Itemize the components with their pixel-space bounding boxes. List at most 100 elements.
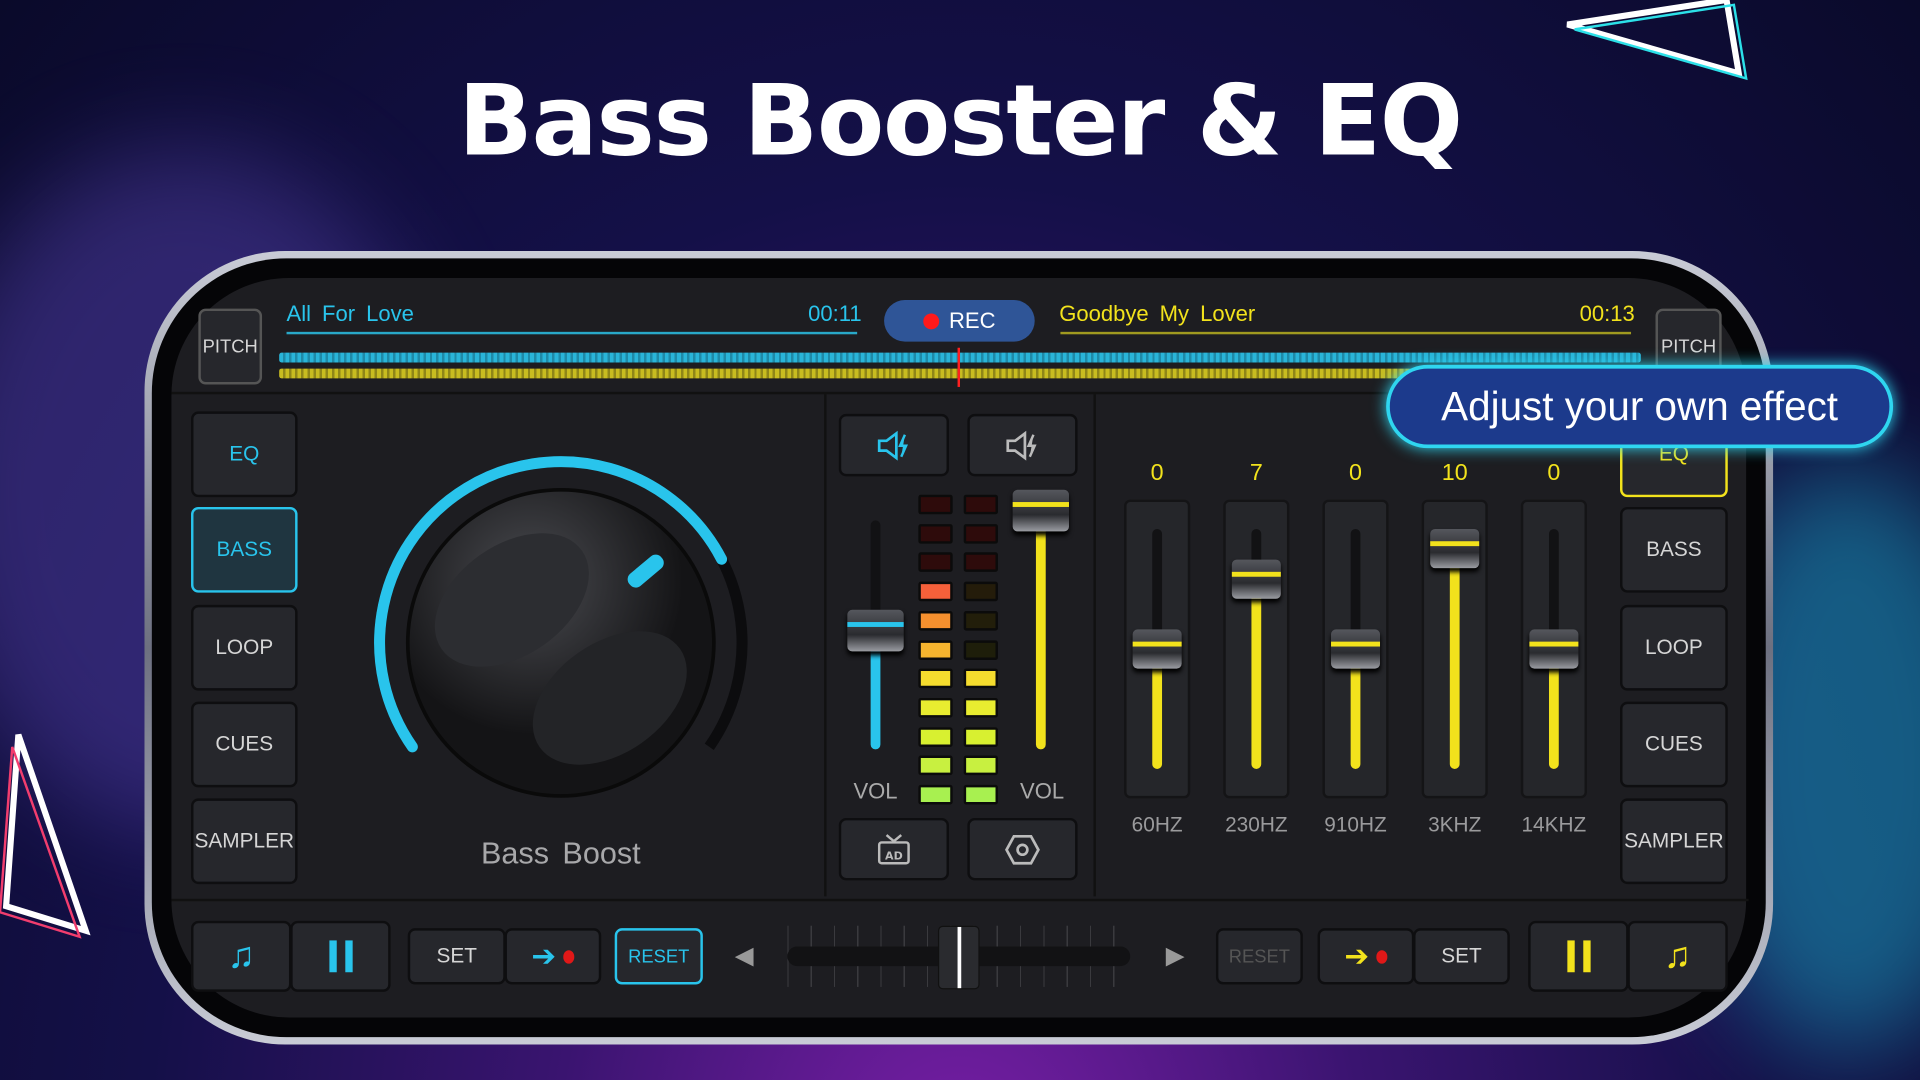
mini-waveform-right[interactable] [1060,331,1632,335]
volume-fader-handle-left[interactable] [847,609,904,651]
eq-band-label: 3KHZ [1428,813,1482,837]
divider [824,394,827,897]
track-time-right: 00:13 [1579,301,1635,326]
bass-boost-knob[interactable] [365,447,757,839]
level-meter-right-segment [963,581,998,602]
pause-icon [328,940,353,973]
level-meter-right-segment [963,610,998,631]
arrow-right-icon: ➔ [1344,939,1370,973]
record-dot-icon [923,312,940,329]
eq-band-value: 10 [1441,460,1468,487]
level-meter-left-segment [918,755,953,776]
boost-left-button[interactable] [838,413,949,477]
settings-hex-icon [1005,834,1040,865]
track-title-right: Goodbye My Lover [1059,301,1256,326]
crossfader-handle[interactable] [937,925,980,990]
crossfader-right-arrow-icon[interactable]: ▶ [1166,940,1185,971]
eq-slider-handle[interactable] [1132,629,1182,669]
level-meter-left-segment [918,581,953,602]
tooltip-callout: Adjust your own effect [1386,364,1894,449]
volume-fader-handle-right[interactable] [1012,489,1069,532]
level-meter-right-segment [963,552,998,573]
eq-slider-fill [1449,548,1460,769]
track-title-left: All For Love [286,301,414,326]
level-meter-right-segment [963,755,998,776]
ad-button[interactable]: AD [838,817,949,881]
left-menu-sampler[interactable]: SAMPLER [191,798,298,885]
right-menu-cues[interactable]: CUES [1620,701,1728,788]
level-meter-right-segment [963,784,998,805]
eq-slider-handle[interactable] [1331,629,1381,669]
level-meter-left-segment [918,639,953,660]
level-meter-left-segment [918,610,953,631]
eq-slider-fill [1251,578,1262,769]
level-meter-left-segment [918,552,953,573]
eq-band-value: 0 [1349,460,1362,487]
pause-icon [1566,940,1591,973]
left-menu-cues[interactable]: CUES [191,701,298,788]
level-meter-right-segment [963,639,998,660]
rec-label: REC [948,307,996,333]
right-menu-bass[interactable]: BASS [1620,506,1728,593]
eq-band-value: 0 [1547,460,1561,487]
right-menu-sampler[interactable]: SAMPLER [1620,798,1728,885]
playhead-marker [957,347,961,387]
settings-button[interactable] [967,817,1078,881]
reset-left-button[interactable]: RESET [614,928,703,985]
left-menu-loop[interactable]: LOOP [191,604,298,691]
ad-tv-icon: AD [877,833,910,864]
left-menu-bass[interactable]: BASS [191,506,298,593]
knob-label: Bass Boost [480,836,641,871]
arrow-right-icon: ➔ [531,939,556,973]
eq-slider-handle[interactable] [1529,629,1579,669]
pause-left-button[interactable] [290,920,391,992]
eq-band-label: 14KHZ [1521,813,1587,837]
level-meter-right-segment [963,726,998,747]
svg-text:AD: AD [885,849,903,862]
speaker-boost-icon [877,430,909,461]
level-meter-left-segment [918,726,953,747]
eq-band-label: 60HZ [1131,813,1183,837]
level-meter-left-segment [918,494,953,515]
music-add-icon: ♫ [1663,935,1692,976]
eq-band-value: 7 [1249,460,1263,487]
rec-button[interactable]: REC [884,300,1035,342]
eq-band-label: 230HZ [1225,813,1288,837]
left-menu-eq[interactable]: EQ [191,411,298,498]
level-meter-right-segment [963,668,998,689]
pitch-button-left[interactable]: PITCH [198,308,263,385]
eq-slider-handle[interactable] [1430,529,1480,569]
record-dot-icon [1376,949,1388,964]
reset-right-button[interactable]: RESET [1215,928,1303,985]
vol-label-left: VOL [853,778,898,804]
level-meter-left-segment [918,697,953,718]
boost-right-button[interactable] [967,413,1078,477]
record-dot-icon [563,949,575,964]
level-meter-right-segment [963,697,998,718]
mini-waveform-left[interactable] [286,331,858,335]
divider [1093,394,1096,897]
divider [171,898,1749,902]
add-music-right-button[interactable]: ♫ [1627,920,1728,992]
jump-cue-right-button[interactable]: ➔ [1317,928,1415,985]
music-add-icon: ♫ [227,935,256,976]
level-meter-right-segment [963,523,998,544]
add-music-left-button[interactable]: ♫ [191,920,292,992]
set-cue-left-button[interactable]: SET [407,928,506,985]
app-promo: Bass Booster & EQ PITCH PITCH All For Lo… [0,0,1920,1080]
set-cue-right-button[interactable]: SET [1413,928,1510,985]
level-meter-left-segment [918,523,953,544]
volume-fader-fill-right [1035,510,1046,750]
eq-slider-handle[interactable] [1231,559,1281,599]
speaker-boost-icon [1006,430,1037,461]
level-meter-left-segment [918,668,953,689]
pause-right-button[interactable] [1528,920,1629,992]
crossfader-left-arrow-icon[interactable]: ◀ [735,940,754,971]
vol-label-right: VOL [1019,778,1065,804]
jump-cue-left-button[interactable]: ➔ [504,928,602,985]
level-meter-right-segment [963,494,998,515]
right-menu-loop[interactable]: LOOP [1620,604,1728,691]
eq-band-label: 910HZ [1324,813,1387,837]
eq-band-value: 0 [1150,460,1164,487]
level-meter-left-segment [918,784,953,805]
